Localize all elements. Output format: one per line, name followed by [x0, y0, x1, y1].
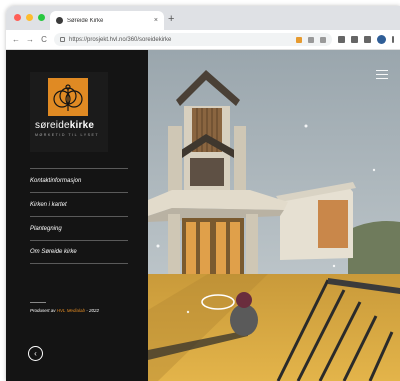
close-window-button[interactable]: [14, 14, 21, 21]
share-icon[interactable]: [308, 36, 314, 43]
panorama-viewer[interactable]: [148, 50, 400, 381]
hamburger-menu-icon[interactable]: [376, 70, 388, 81]
browser-tab[interactable]: Søreide Kirke ×: [50, 11, 164, 30]
omnibox-actions: [296, 36, 326, 43]
menu-item-about[interactable]: Om Søreide kirke: [30, 240, 128, 264]
browser-toolbar: [338, 35, 394, 44]
logo-text-regular: søreide: [35, 120, 70, 131]
menu-item-map[interactable]: Kirken i kartet: [30, 192, 128, 216]
reading-list-icon[interactable]: [351, 36, 358, 43]
bookmark-star-icon[interactable]: [320, 36, 326, 43]
tab-close-button[interactable]: ×: [154, 17, 158, 24]
credit-link[interactable]: HVL Medialab: [57, 308, 85, 313]
browser-window: Søreide Kirke × + ← → C https://prosjekt…: [6, 6, 400, 381]
chevron-left-icon: ‹: [34, 348, 37, 358]
logo-wordmark: søreidekirke: [35, 120, 94, 131]
logo-text-bold: kirke: [69, 120, 95, 131]
lock-icon: [60, 37, 65, 42]
extension-icon[interactable]: [296, 36, 302, 43]
site-logo[interactable]: søreidekirke MØRKETID TIL LYSET: [30, 72, 108, 152]
tab-title: Søreide Kirke: [67, 17, 104, 24]
site-sidebar: søreidekirke MØRKETID TIL LYSET Kontakti…: [6, 50, 148, 381]
tab-bar: Søreide Kirke × +: [6, 6, 400, 30]
profile-avatar[interactable]: [377, 35, 386, 44]
credit-text: Produsert av HVL Medialab - 2022: [30, 308, 99, 313]
credit-prefix: Produsert av: [30, 308, 57, 313]
credit-suffix: - 2022: [84, 308, 99, 313]
url-text: https://prosjekt.hvl.no/360/soreidekirke: [69, 36, 172, 43]
back-arrow-icon[interactable]: ←: [12, 35, 20, 44]
reload-icon[interactable]: C: [40, 35, 48, 44]
window-controls: [14, 14, 45, 21]
credit-divider: [30, 302, 46, 303]
favicon-icon: [56, 17, 63, 24]
maximize-window-button[interactable]: [38, 14, 45, 21]
minimize-window-button[interactable]: [26, 14, 33, 21]
sidebar-menu: Kontaktinformasjon Kirken i kartet Plant…: [30, 168, 128, 264]
menu-item-floorplan[interactable]: Plantegning: [30, 216, 128, 240]
sidebar-panel-icon[interactable]: [364, 36, 371, 43]
collapse-sidebar-button[interactable]: ‹: [28, 346, 43, 361]
church-panorama-image: [148, 50, 400, 381]
logo-subtitle: MØRKETID TIL LYSET: [35, 133, 100, 137]
kebab-menu-icon[interactable]: [392, 36, 394, 43]
address-bar: ← → C https://prosjekt.hvl.no/360/soreid…: [6, 30, 400, 50]
page-viewport: søreidekirke MØRKETID TIL LYSET Kontakti…: [6, 50, 400, 381]
extensions-puzzle-icon[interactable]: [338, 36, 345, 43]
forward-arrow-icon[interactable]: →: [26, 35, 34, 44]
url-field[interactable]: https://prosjekt.hvl.no/360/soreidekirke: [54, 33, 332, 46]
new-tab-button[interactable]: +: [168, 12, 174, 26]
church-emblem-icon: [48, 78, 88, 116]
menu-item-contact[interactable]: Kontaktinformasjon: [30, 168, 128, 192]
